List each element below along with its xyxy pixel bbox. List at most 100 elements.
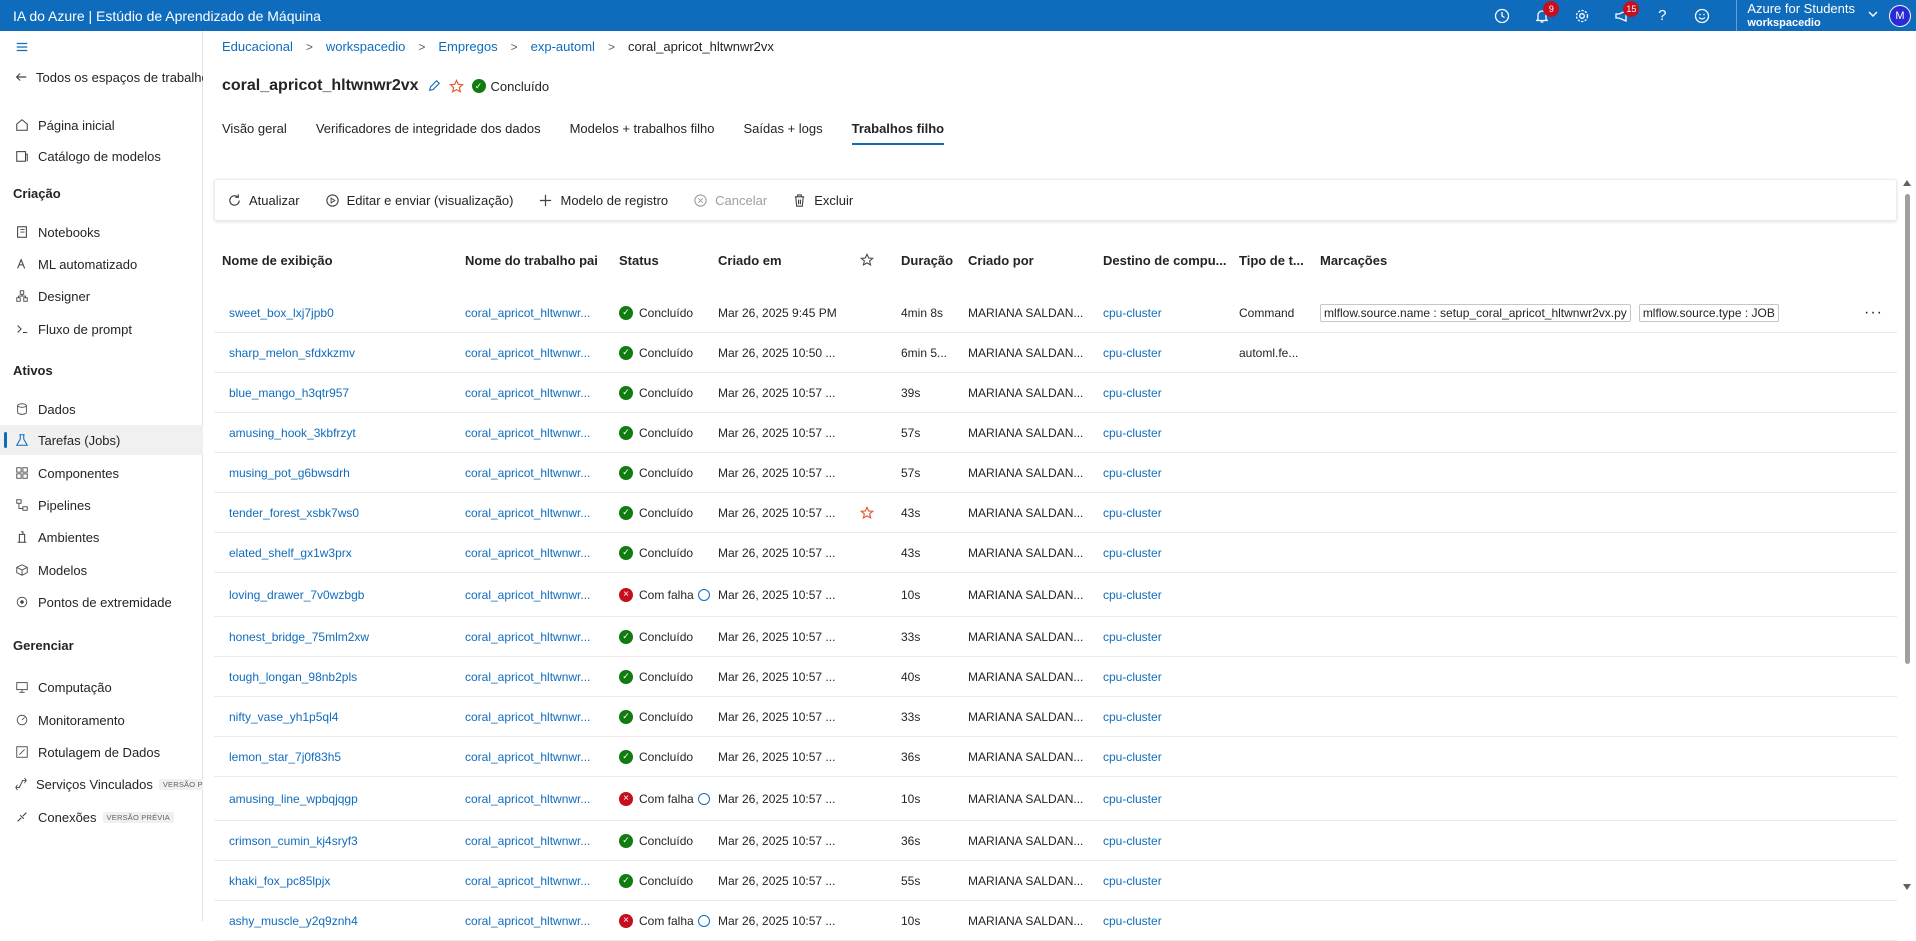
compute-target-link[interactable]: cpu-cluster [1103, 373, 1228, 412]
help-button[interactable]: ? [1642, 0, 1682, 31]
compute-target-link[interactable]: cpu-cluster [1103, 533, 1228, 572]
job-name-link[interactable]: amusing_line_wpbqjqgp [229, 777, 459, 820]
row-favorite-button[interactable] [860, 493, 880, 532]
compute-target-link[interactable]: cpu-cluster [1103, 453, 1228, 492]
row-favorite-button[interactable] [860, 533, 880, 572]
back-all-workspaces[interactable]: Todos os espaços de trabalho [0, 62, 203, 92]
compute-target-link[interactable]: cpu-cluster [1103, 861, 1228, 900]
table-row[interactable]: musing_pot_g6bwsdrh coral_apricot_hltwnwr… [214, 453, 1897, 493]
job-name-link[interactable]: musing_pot_g6bwsdrh [229, 453, 459, 492]
parent-job-link[interactable]: coral_apricot_hltwnwr... [465, 697, 615, 736]
column-header-tags[interactable]: Marcações [1320, 253, 1440, 273]
row-favorite-button[interactable] [860, 777, 880, 820]
table-row[interactable]: tough_longan_98nb2pls coral_apricot_hltwn… [214, 657, 1897, 697]
sidebar-item-jobs[interactable]: Tarefas (Jobs) [0, 425, 203, 455]
table-row[interactable]: sweet_box_lxj7jpb0 coral_apricot_hltwnwr.… [214, 293, 1897, 333]
sidebar-item-model-catalog[interactable]: Catálogo de modelos [0, 141, 203, 171]
row-favorite-button[interactable] [860, 573, 880, 616]
column-header-compute[interactable]: Destino de compu... [1103, 253, 1228, 273]
sidebar-item-connections[interactable]: Conexões VERSÃO PRÉVIA [0, 802, 203, 832]
cancel-button[interactable]: Cancelar [693, 193, 767, 208]
breadcrumb-link[interactable]: exp-automl [531, 39, 595, 54]
job-name-link[interactable]: khaki_fox_pc85lpjx [229, 861, 459, 900]
sidebar-item-automl[interactable]: ML automatizado [0, 249, 203, 279]
job-name-link[interactable]: lemon_star_7j0f83h5 [229, 737, 459, 776]
hamburger-menu-button[interactable] [0, 32, 203, 62]
table-row[interactable]: sharp_melon_sfdxkzmv coral_apricot_hltwnw… [214, 333, 1897, 373]
breadcrumb-link[interactable]: Empregos [438, 39, 497, 54]
scroll-up-arrow[interactable] [1903, 180, 1911, 186]
register-model-button[interactable]: Modelo de registro [538, 193, 668, 208]
job-name-link[interactable]: blue_mango_h3qtr957 [229, 373, 459, 412]
compute-target-link[interactable]: cpu-cluster [1103, 821, 1228, 860]
table-row[interactable]: amusing_hook_3kbfrzyt coral_apricot_hltwn… [214, 413, 1897, 453]
compute-target-link[interactable]: cpu-cluster [1103, 413, 1228, 452]
column-header-favorite[interactable] [860, 253, 880, 273]
history-button[interactable] [1482, 0, 1522, 31]
sidebar-item-data-labeling[interactable]: Rotulagem de Dados [0, 737, 203, 767]
sidebar-item-endpoints[interactable]: Pontos de extremidade [0, 587, 203, 617]
sidebar-item-notebooks[interactable]: Notebooks [0, 217, 203, 247]
feedback-button[interactable]: 15 [1602, 0, 1642, 31]
sidebar-item-pipelines[interactable]: Pipelines [0, 490, 203, 520]
smiley-button[interactable] [1682, 0, 1722, 31]
settings-button[interactable] [1562, 0, 1602, 31]
parent-job-link[interactable]: coral_apricot_hltwnwr... [465, 293, 615, 332]
sidebar-item-environments[interactable]: Ambientes [0, 522, 203, 552]
parent-job-link[interactable]: coral_apricot_hltwnwr... [465, 657, 615, 696]
tab-outputs-logs[interactable]: Saídas + logs [743, 113, 822, 144]
scroll-down-arrow[interactable] [1903, 884, 1911, 890]
delete-button[interactable]: Excluir [792, 193, 853, 208]
parent-job-link[interactable]: coral_apricot_hltwnwr... [465, 333, 615, 372]
table-row[interactable]: blue_mango_h3qtr957 coral_apricot_hltwnwr… [214, 373, 1897, 413]
vertical-scrollbar[interactable] [1901, 176, 1914, 892]
compute-target-link[interactable]: cpu-cluster [1103, 293, 1228, 332]
row-favorite-button[interactable] [860, 293, 880, 332]
parent-job-link[interactable]: coral_apricot_hltwnwr... [465, 493, 615, 532]
favorite-button[interactable] [448, 78, 464, 94]
compute-target-link[interactable]: cpu-cluster [1103, 737, 1228, 776]
sidebar-item-data[interactable]: Dados [0, 394, 203, 424]
parent-job-link[interactable]: coral_apricot_hltwnwr... [465, 821, 615, 860]
row-favorite-button[interactable] [860, 413, 880, 452]
breadcrumb-link[interactable]: Educacional [222, 39, 293, 54]
job-name-link[interactable]: sharp_melon_sfdxkzmv [229, 333, 459, 372]
table-row[interactable]: tender_forest_xsbk7ws0 coral_apricot_hltw… [214, 493, 1897, 533]
compute-target-link[interactable]: cpu-cluster [1103, 777, 1228, 820]
row-favorite-button[interactable] [860, 333, 880, 372]
column-header-name[interactable]: Nome de exibição [222, 253, 452, 273]
job-name-link[interactable]: crimson_cumin_kj4sryf3 [229, 821, 459, 860]
info-icon[interactable] [697, 792, 710, 805]
tab-data-guardrails[interactable]: Verificadores de integridade dos dados [316, 113, 541, 144]
compute-target-link[interactable]: cpu-cluster [1103, 697, 1228, 736]
column-header-created-by[interactable]: Criado por [968, 253, 1088, 273]
parent-job-link[interactable]: coral_apricot_hltwnwr... [465, 453, 615, 492]
parent-job-link[interactable]: coral_apricot_hltwnwr... [465, 617, 615, 656]
table-row[interactable]: amusing_line_wpbqjqgp coral_apricot_hltwn… [214, 777, 1897, 821]
chevron-down-icon[interactable] [1867, 8, 1879, 23]
compute-target-link[interactable]: cpu-cluster [1103, 493, 1228, 532]
column-header-created[interactable]: Criado em [718, 253, 838, 273]
sidebar-item-monitoring[interactable]: Monitoramento [0, 705, 203, 735]
table-row[interactable]: honest_bridge_75mlm2xw coral_apricot_hltw… [214, 617, 1897, 657]
info-icon[interactable] [697, 588, 710, 601]
compute-target-link[interactable]: cpu-cluster [1103, 573, 1228, 616]
table-row[interactable]: nifty_vase_yh1p5ql4 coral_apricot_hltwnwr… [214, 697, 1897, 737]
column-header-parent[interactable]: Nome do trabalho pai [465, 253, 615, 273]
row-favorite-button[interactable] [860, 657, 880, 696]
job-name-link[interactable]: honest_bridge_75mlm2xw [229, 617, 459, 656]
sidebar-item-components[interactable]: Componentes [0, 458, 203, 488]
parent-job-link[interactable]: coral_apricot_hltwnwr... [465, 737, 615, 776]
sidebar-item-designer[interactable]: Designer [0, 281, 203, 311]
compute-target-link[interactable]: cpu-cluster [1103, 657, 1228, 696]
column-header-duration[interactable]: Duração [901, 253, 961, 273]
edit-submit-button[interactable]: Editar e enviar (visualização) [325, 193, 513, 208]
parent-job-link[interactable]: coral_apricot_hltwnwr... [465, 777, 615, 820]
table-row[interactable]: loving_drawer_7v0wzbgb coral_apricot_hltw… [214, 573, 1897, 617]
row-favorite-button[interactable] [860, 861, 880, 900]
parent-job-link[interactable]: coral_apricot_hltwnwr... [465, 373, 615, 412]
row-favorite-button[interactable] [860, 821, 880, 860]
column-header-type[interactable]: Tipo de t... [1239, 253, 1309, 273]
parent-job-link[interactable]: coral_apricot_hltwnwr... [465, 413, 615, 452]
table-row[interactable]: crimson_cumin_kj4sryf3 coral_apricot_hltw… [214, 821, 1897, 861]
